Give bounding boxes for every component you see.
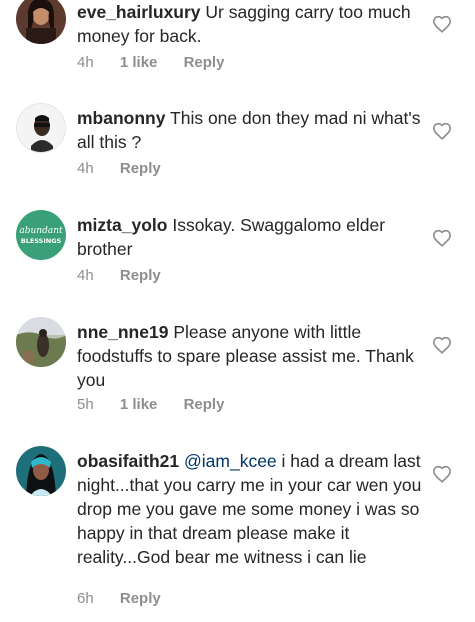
reply-button[interactable]: Reply <box>120 590 161 607</box>
comment-meta: 6h Reply <box>77 590 183 607</box>
comment-meta: 4h Reply <box>77 160 183 177</box>
comment-time: 5h <box>77 396 94 413</box>
comment-likes[interactable]: 1 like <box>120 54 158 71</box>
comment-time: 6h <box>77 590 94 607</box>
heart-icon[interactable] <box>432 15 452 33</box>
comment-text: mizta_yolo Issokay. Swaggalomo elder bro… <box>77 213 422 261</box>
comment-text: eve_hairluxury Ur sagging carry too much… <box>77 0 422 48</box>
heart-icon[interactable] <box>432 122 452 140</box>
comment-username[interactable]: eve_hairluxury <box>77 2 201 22</box>
avatar-icon[interactable] <box>16 0 66 44</box>
reply-button[interactable]: Reply <box>120 160 161 177</box>
heart-icon[interactable] <box>432 336 452 354</box>
heart-icon[interactable] <box>432 465 452 483</box>
comment-text: mbanonny This one don they mad ni what's… <box>77 106 422 154</box>
comment-meta: 4h Reply <box>77 267 183 284</box>
comment-username[interactable]: obasifaith21 <box>77 451 179 471</box>
comment-time: 4h <box>77 54 94 71</box>
logo-text-abundant: abundant <box>19 226 63 236</box>
avatar-icon[interactable] <box>16 317 66 367</box>
reply-button[interactable]: Reply <box>184 396 225 413</box>
avatar-icon[interactable] <box>16 103 66 153</box>
avatar-icon[interactable]: abundant BLESSINGS <box>16 210 66 260</box>
comment-meta: 5h 1 like Reply <box>77 396 246 413</box>
logo-text-blessings: BLESSINGS <box>21 237 62 245</box>
comment-username[interactable]: mbanonny <box>77 108 165 128</box>
comment-time: 4h <box>77 160 94 177</box>
reply-button[interactable]: Reply <box>120 267 161 284</box>
comment-text: nne_nne19 Please anyone with little food… <box>77 320 422 392</box>
heart-icon[interactable] <box>432 229 452 247</box>
reply-button[interactable]: Reply <box>184 54 225 71</box>
comment-mention[interactable]: @iam_kcee <box>184 451 277 471</box>
comment-time: 4h <box>77 267 94 284</box>
comment-text: obasifaith21 @iam_kcee i had a dream las… <box>77 449 422 569</box>
comment-meta: 4h 1 like Reply <box>77 54 246 71</box>
avatar-icon[interactable] <box>16 446 66 496</box>
comment-likes[interactable]: 1 like <box>120 396 158 413</box>
comment-username[interactable]: mizta_yolo <box>77 215 167 235</box>
comment-username[interactable]: nne_nne19 <box>77 322 168 342</box>
